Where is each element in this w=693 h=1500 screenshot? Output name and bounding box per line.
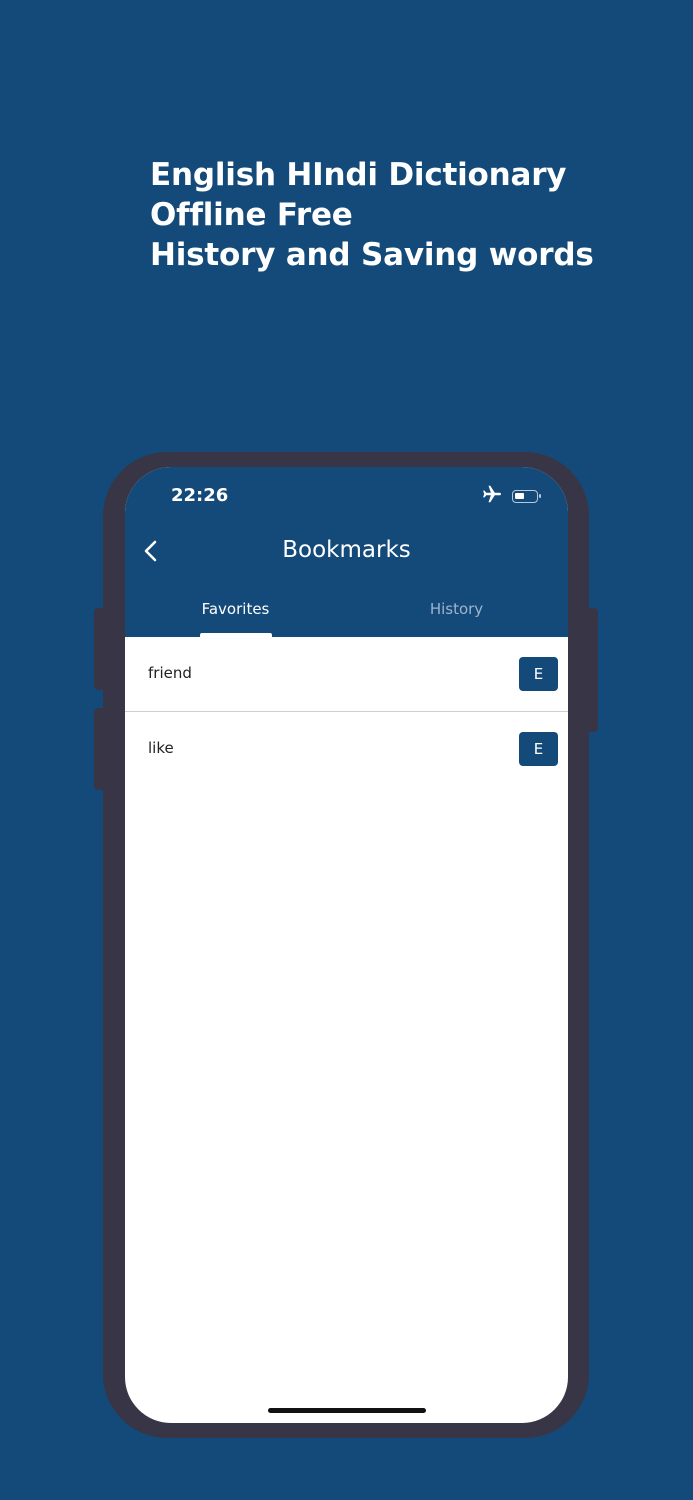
app-store-screenshot: English HIndi Dictionary Offline Free Hi… — [0, 0, 693, 1500]
status-time: 22:26 — [171, 485, 229, 506]
battery-icon — [512, 489, 541, 503]
list-item[interactable]: friend E — [125, 637, 568, 712]
word-label: friend — [148, 664, 192, 682]
tab-history[interactable]: History — [346, 600, 567, 618]
headline-line-3: History and Saving words — [150, 237, 594, 273]
word-label: like — [148, 739, 174, 757]
marketing-headline: English HIndi Dictionary Offline Free Hi… — [150, 155, 670, 275]
list-item[interactable]: like E — [125, 712, 568, 787]
phone-screen: 22:26 Bookmarks Favorites History friend… — [125, 467, 568, 1423]
headline-line-2: Offline Free — [150, 197, 353, 233]
status-icons — [482, 485, 541, 507]
language-badge[interactable]: E — [519, 732, 558, 766]
airplane-mode-icon — [482, 485, 502, 507]
app-header: 22:26 Bookmarks Favorites History — [125, 467, 568, 637]
language-badge[interactable]: E — [519, 657, 558, 691]
page-title: Bookmarks — [282, 537, 411, 563]
favorites-list: friend E like E — [125, 637, 568, 787]
headline-line-1: English HIndi Dictionary — [150, 157, 567, 193]
home-indicator[interactable] — [268, 1408, 426, 1413]
tab-favorites[interactable]: Favorites — [125, 600, 346, 618]
